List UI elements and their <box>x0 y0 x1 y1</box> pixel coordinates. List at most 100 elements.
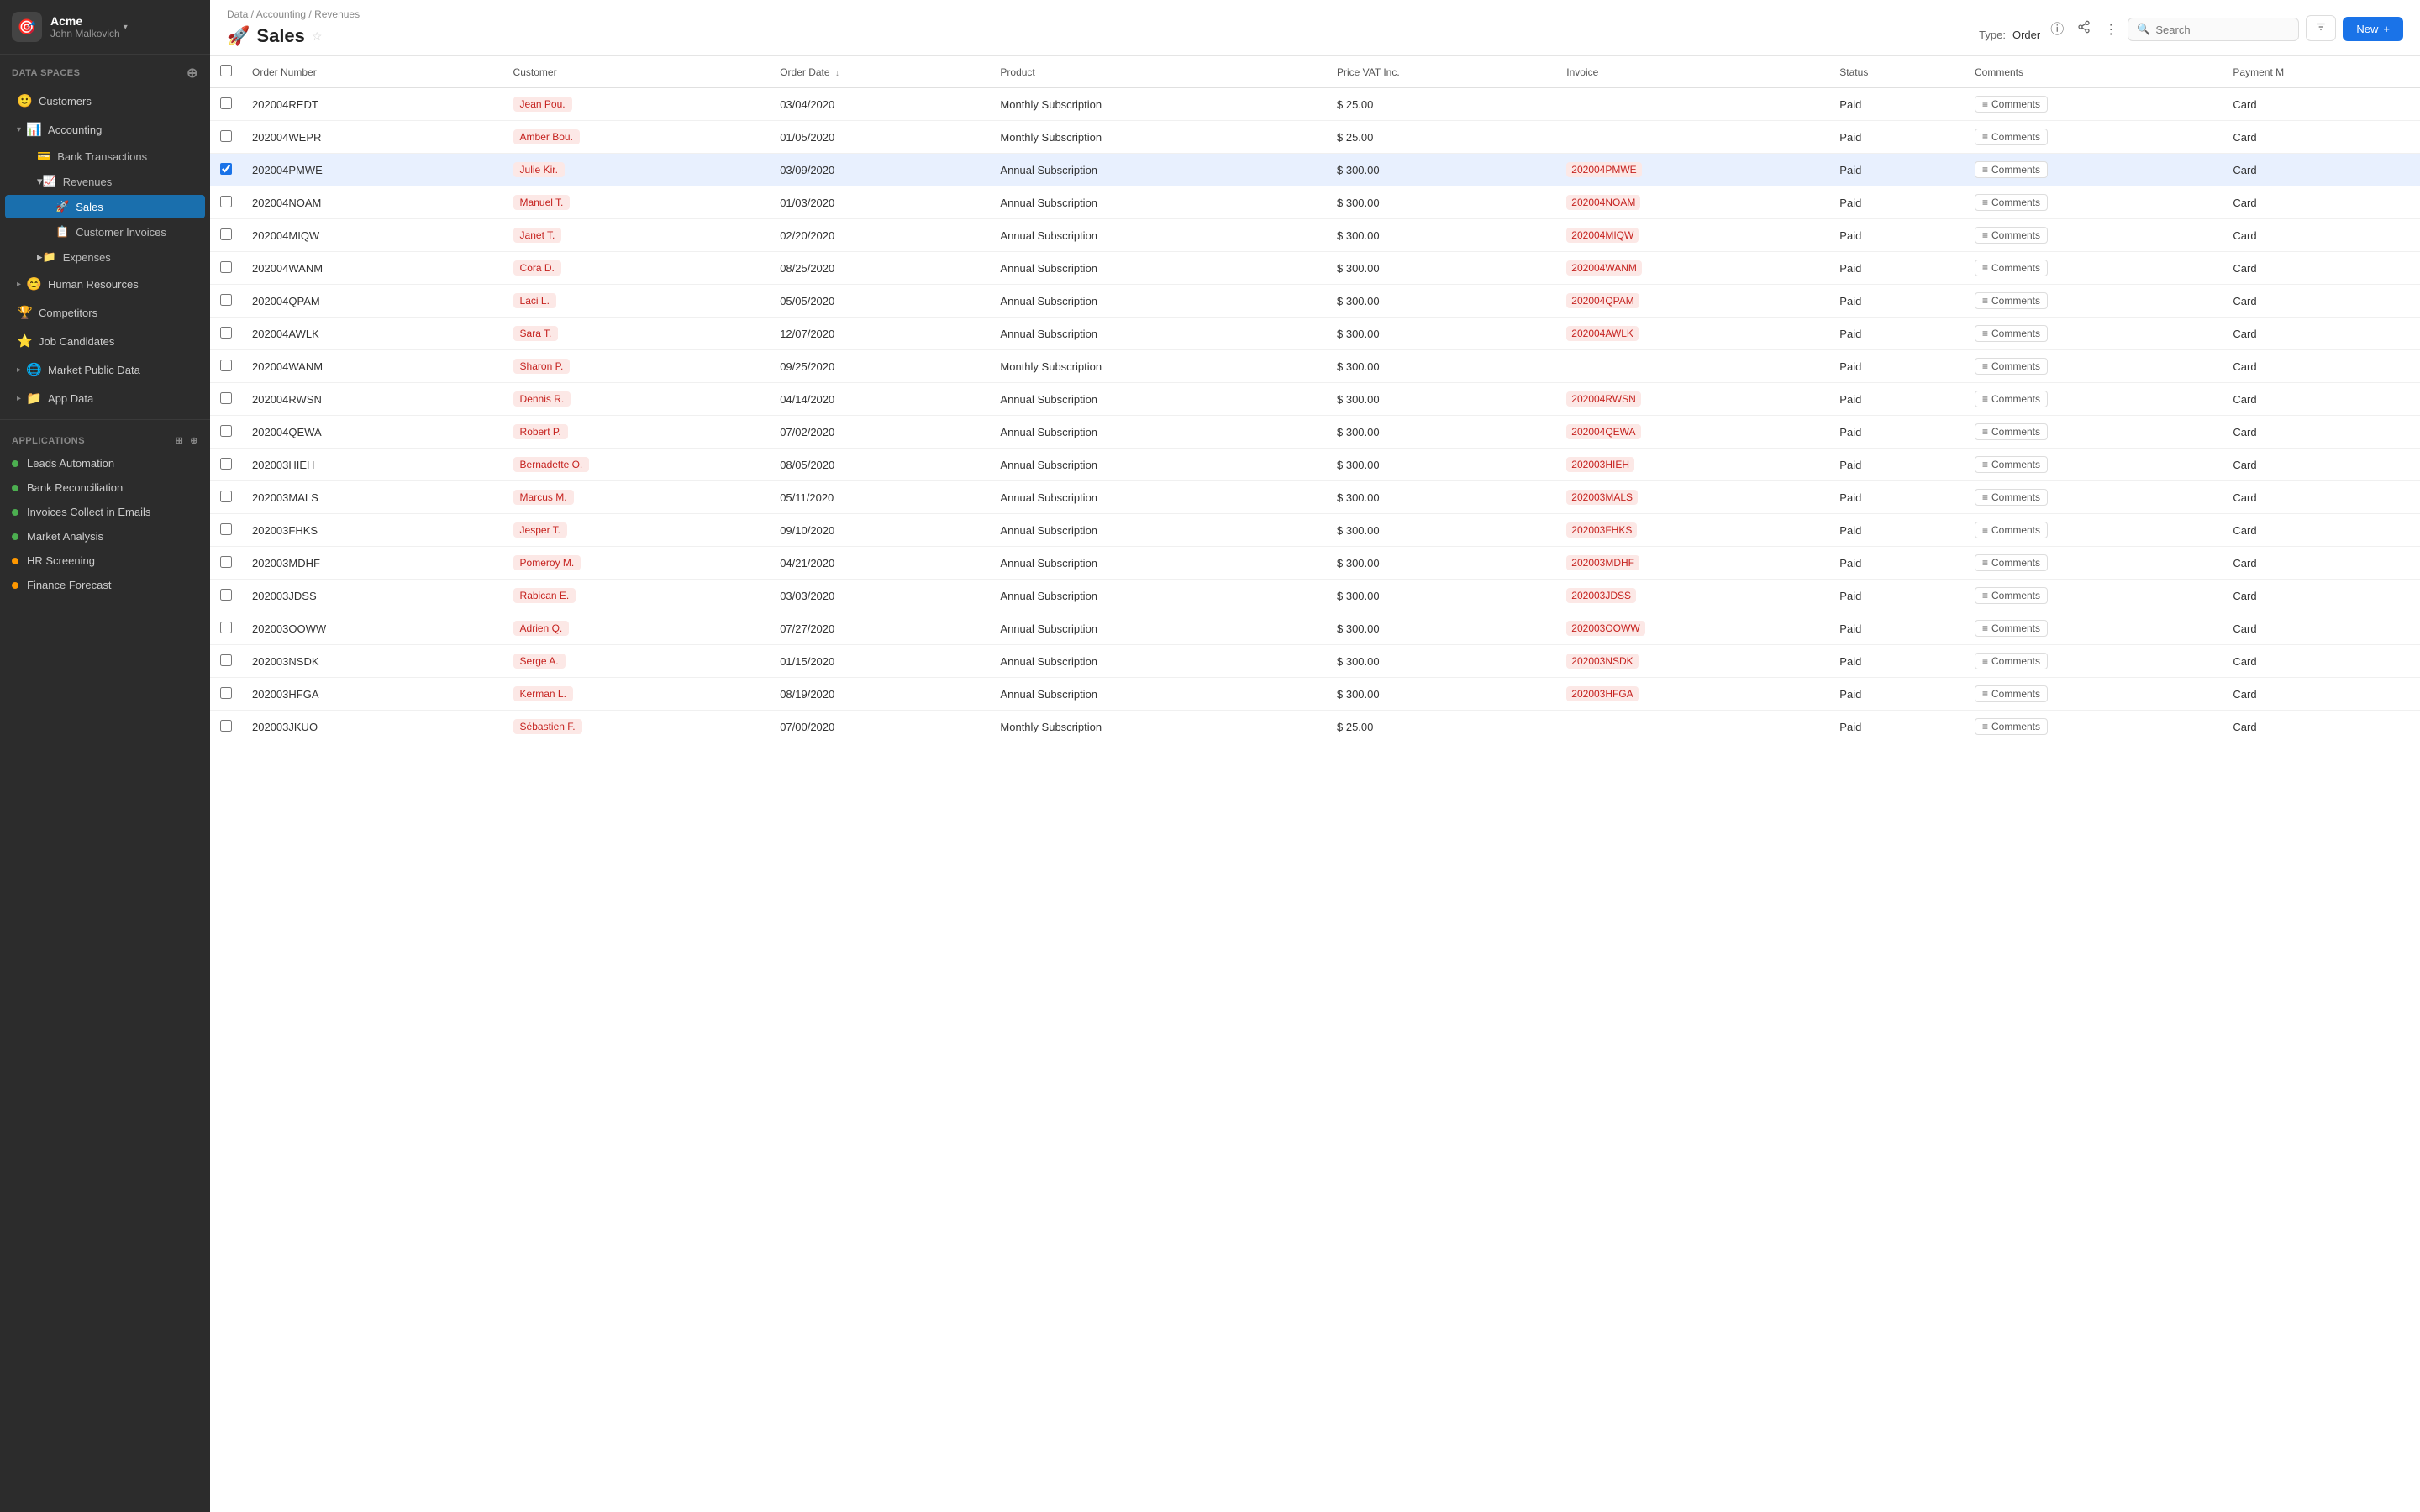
row-checkbox-cell[interactable] <box>210 350 242 383</box>
comments-cell[interactable]: ≡ Comments <box>1965 547 2223 580</box>
customer-chip[interactable]: Jesper T. <box>513 522 567 538</box>
row-checkbox[interactable] <box>220 687 232 699</box>
row-checkbox-cell[interactable] <box>210 481 242 514</box>
comments-button[interactable]: ≡ Comments <box>1975 292 2048 309</box>
customer-cell[interactable]: Serge A. <box>503 645 771 678</box>
search-input[interactable] <box>2155 24 2290 36</box>
comments-cell[interactable]: ≡ Comments <box>1965 416 2223 449</box>
row-checkbox-cell[interactable] <box>210 88 242 121</box>
comments-cell[interactable]: ≡ Comments <box>1965 383 2223 416</box>
customer-chip[interactable]: Serge A. <box>513 654 566 669</box>
row-checkbox[interactable] <box>220 130 232 142</box>
invoice-chip[interactable]: 202004PMWE <box>1566 162 1641 177</box>
row-checkbox-cell[interactable] <box>210 383 242 416</box>
customer-chip[interactable]: Manuel T. <box>513 195 571 210</box>
app-item-bank-reconciliation[interactable]: Bank Reconciliation <box>0 475 210 500</box>
customer-chip[interactable]: Marcus M. <box>513 490 574 505</box>
app-item-leads-automation[interactable]: Leads Automation <box>0 451 210 475</box>
customer-cell[interactable]: Sébastien F. <box>503 711 771 743</box>
row-checkbox[interactable] <box>220 196 232 207</box>
apps-grid-icon[interactable]: ⊞ <box>176 435 184 446</box>
invoice-cell[interactable] <box>1556 88 1829 121</box>
comments-button[interactable]: ≡ Comments <box>1975 161 2048 178</box>
invoice-chip[interactable]: 202004RWSN <box>1566 391 1641 407</box>
invoice-chip[interactable]: 202003HFGA <box>1566 686 1638 701</box>
sidebar-item-revenues[interactable]: ▾ 📈 Revenues <box>5 170 205 193</box>
row-checkbox-cell[interactable] <box>210 285 242 318</box>
customer-cell[interactable]: Julie Kir. <box>503 154 771 186</box>
comments-button[interactable]: ≡ Comments <box>1975 456 2048 473</box>
sidebar-item-competitors[interactable]: 🏆 Competitors <box>5 299 205 326</box>
row-checkbox-cell[interactable] <box>210 547 242 580</box>
customer-cell[interactable]: Jesper T. <box>503 514 771 547</box>
row-checkbox[interactable] <box>220 163 232 175</box>
customer-chip[interactable]: Dennis R. <box>513 391 571 407</box>
add-app-icon[interactable]: ⊕ <box>190 435 198 446</box>
invoice-cell[interactable]: 202004WANM <box>1556 252 1829 285</box>
comments-button[interactable]: ≡ Comments <box>1975 194 2048 211</box>
row-checkbox-cell[interactable] <box>210 678 242 711</box>
invoice-cell[interactable]: 202004NOAM <box>1556 186 1829 219</box>
sidebar-item-bank-transactions[interactable]: 💳 Bank Transactions <box>5 144 205 168</box>
comments-button[interactable]: ≡ Comments <box>1975 587 2048 604</box>
comments-button[interactable]: ≡ Comments <box>1975 423 2048 440</box>
comments-cell[interactable]: ≡ Comments <box>1965 580 2223 612</box>
invoice-cell[interactable]: 202003FHKS <box>1556 514 1829 547</box>
row-checkbox[interactable] <box>220 622 232 633</box>
comments-cell[interactable]: ≡ Comments <box>1965 252 2223 285</box>
sidebar-item-expenses[interactable]: ▸ 📁 Expenses <box>5 245 205 269</box>
invoice-cell[interactable]: 202003NSDK <box>1556 645 1829 678</box>
comments-cell[interactable]: ≡ Comments <box>1965 514 2223 547</box>
customer-chip[interactable]: Amber Bou. <box>513 129 580 144</box>
customer-cell[interactable]: Pomeroy M. <box>503 547 771 580</box>
comments-cell[interactable]: ≡ Comments <box>1965 154 2223 186</box>
app-item-market-analysis[interactable]: Market Analysis <box>0 524 210 549</box>
invoice-cell[interactable]: 202003MDHF <box>1556 547 1829 580</box>
comments-cell[interactable]: ≡ Comments <box>1965 219 2223 252</box>
invoice-cell[interactable]: 202004PMWE <box>1556 154 1829 186</box>
select-all-checkbox[interactable] <box>220 65 232 76</box>
comments-button[interactable]: ≡ Comments <box>1975 685 2048 702</box>
invoice-chip[interactable]: 202003FHKS <box>1566 522 1637 538</box>
invoice-chip[interactable]: 202004QEWA <box>1566 424 1640 439</box>
row-checkbox[interactable] <box>220 228 232 240</box>
customer-chip[interactable]: Robert P. <box>513 424 568 439</box>
invoice-cell[interactable] <box>1556 350 1829 383</box>
comments-cell[interactable]: ≡ Comments <box>1965 678 2223 711</box>
row-checkbox-cell[interactable] <box>210 645 242 678</box>
filter-button[interactable] <box>2306 15 2336 41</box>
row-checkbox[interactable] <box>220 294 232 306</box>
favorite-icon[interactable]: ☆ <box>312 29 323 44</box>
sidebar-item-accounting[interactable]: ▾ 📊 Accounting <box>5 116 205 143</box>
comments-button[interactable]: ≡ Comments <box>1975 718 2048 735</box>
customer-chip[interactable]: Sébastien F. <box>513 719 582 734</box>
comments-cell[interactable]: ≡ Comments <box>1965 481 2223 514</box>
comments-cell[interactable]: ≡ Comments <box>1965 612 2223 645</box>
comments-cell[interactable]: ≡ Comments <box>1965 645 2223 678</box>
comments-button[interactable]: ≡ Comments <box>1975 227 2048 244</box>
comments-cell[interactable]: ≡ Comments <box>1965 285 2223 318</box>
row-checkbox[interactable] <box>220 654 232 666</box>
sidebar-item-app-data[interactable]: ▸ 📁 App Data <box>5 385 205 412</box>
customer-cell[interactable]: Bernadette O. <box>503 449 771 481</box>
comments-button[interactable]: ≡ Comments <box>1975 522 2048 538</box>
invoice-chip[interactable]: 202004AWLK <box>1566 326 1639 341</box>
customer-cell[interactable]: Cora D. <box>503 252 771 285</box>
row-checkbox-cell[interactable] <box>210 711 242 743</box>
invoice-cell[interactable] <box>1556 711 1829 743</box>
comments-button[interactable]: ≡ Comments <box>1975 554 2048 571</box>
row-checkbox[interactable] <box>220 360 232 371</box>
comments-cell[interactable]: ≡ Comments <box>1965 318 2223 350</box>
row-checkbox-cell[interactable] <box>210 154 242 186</box>
row-checkbox-cell[interactable] <box>210 121 242 154</box>
row-checkbox-cell[interactable] <box>210 514 242 547</box>
customer-chip[interactable]: Sara T. <box>513 326 559 341</box>
invoice-chip[interactable]: 202003NSDK <box>1566 654 1638 669</box>
customer-cell[interactable]: Robert P. <box>503 416 771 449</box>
app-item-hr-screening[interactable]: HR Screening <box>0 549 210 573</box>
select-all-header[interactable] <box>210 56 242 88</box>
sidebar-item-job-candidates[interactable]: ⭐ Job Candidates <box>5 328 205 354</box>
row-checkbox[interactable] <box>220 523 232 535</box>
comments-cell[interactable]: ≡ Comments <box>1965 88 2223 121</box>
invoice-cell[interactable]: 202003JDSS <box>1556 580 1829 612</box>
